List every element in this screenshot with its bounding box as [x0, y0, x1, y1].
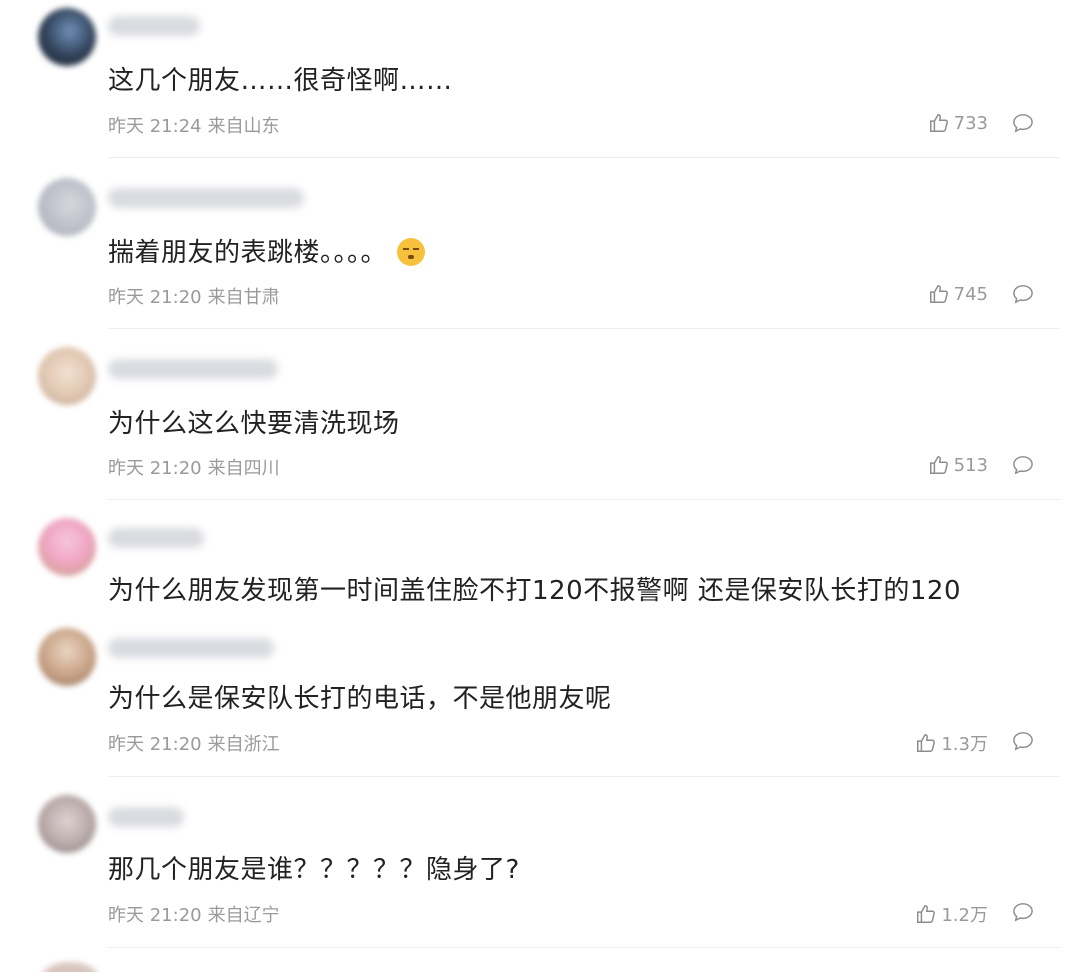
comment-meta: 昨天 21:20 来自四川: [108, 454, 286, 480]
avatar[interactable]: [38, 178, 96, 236]
like-button[interactable]: 733: [928, 112, 988, 134]
unamused-face-emoji: [397, 238, 426, 266]
like-count: 1.3万: [941, 734, 988, 755]
comment-item: 那几个朋友是谁？？？？？隐身了? 昨天 21:20 来自辽宁 1.2万: [0, 777, 1080, 948]
comment-text: 为什么朋友发现第一时间盖住脸不打120不报警啊 还是保安队长打的120: [108, 576, 962, 606]
thumbs-up-icon: [929, 285, 948, 303]
comment-item: 这几个朋友……很奇怪啊…… 昨天 21:24 来自山东 733: [0, 0, 1080, 158]
comment-location: 来自四川: [207, 458, 280, 479]
comment-bubble-icon[interactable]: [1012, 113, 1034, 133]
username[interactable]: [108, 638, 274, 658]
comment-text: 这几个朋友……很奇怪啊……: [108, 66, 453, 96]
avatar[interactable]: [42, 962, 98, 972]
thumbs-up-icon: [917, 734, 936, 752]
avatar[interactable]: [38, 347, 96, 405]
comment-location: 来自辽宁: [207, 905, 280, 926]
like-button[interactable]: 1.3万: [915, 730, 988, 756]
thumbs-up-icon: [917, 905, 936, 923]
comment-time: 昨天 21:24: [108, 116, 202, 137]
comment-time: 昨天 21:20: [108, 734, 202, 755]
like-button[interactable]: 1.2万: [915, 901, 988, 927]
comment-item: 为什么朋友发现第一时间盖住脸不打120不报警啊 还是保安队长打的120: [0, 500, 1080, 618]
comment-bubble-icon[interactable]: [1012, 902, 1034, 922]
like-count: 733: [953, 112, 988, 134]
like-button[interactable]: 745: [928, 283, 988, 305]
username[interactable]: [108, 359, 278, 379]
comment-item: 为什么是保安队长打的电话，不是他朋友呢 昨天 21:20 来自浙江 1.3万: [0, 620, 1080, 777]
thumbs-up-icon: [929, 456, 948, 474]
comment-text: 为什么这么快要清洗现场: [108, 409, 400, 439]
comment-text: 那几个朋友是谁？？？？？隐身了?: [108, 855, 520, 885]
comment-meta: 昨天 21:20 来自浙江: [108, 730, 286, 756]
comment-meta: 昨天 21:20 来自辽宁: [108, 901, 286, 927]
avatar[interactable]: [38, 8, 96, 66]
like-count: 745: [953, 283, 988, 305]
comment-bubble-icon[interactable]: [1012, 455, 1034, 475]
comment-item: 揣着朋友的表跳楼。。。。 昨天 21:20 来自甘肃 745: [0, 158, 1080, 329]
comment-item: 为什么这么快要清洗现场 昨天 21:20 来自四川 513: [0, 329, 1080, 500]
comment-list: 这几个朋友……很奇怪啊…… 昨天 21:24 来自山东 733 揣着朋友的表跳楼。…: [0, 0, 1080, 972]
comment-meta: 昨天 21:24 来自山东: [108, 112, 286, 138]
thumbs-up-icon: [929, 114, 948, 132]
comment-location: 来自浙江: [207, 734, 280, 755]
comment-text-content: 揣着朋友的表跳楼。。。。: [108, 238, 388, 268]
like-button[interactable]: 513: [928, 454, 988, 476]
comment-location: 来自甘肃: [207, 287, 280, 308]
avatar[interactable]: [38, 518, 96, 576]
comment-bubble-icon[interactable]: [1012, 284, 1034, 304]
avatar[interactable]: [38, 795, 96, 853]
comment-location: 来自山东: [207, 116, 280, 137]
avatar[interactable]: [38, 628, 96, 686]
comment-meta: 昨天 21:20 来自甘肃: [108, 283, 286, 309]
comment-time: 昨天 21:20: [108, 458, 202, 479]
like-count: 513: [953, 454, 988, 476]
username[interactable]: [108, 16, 200, 36]
like-count: 1.2万: [941, 905, 988, 926]
comment-time: 昨天 21:20: [108, 287, 202, 308]
username[interactable]: [108, 807, 184, 827]
username[interactable]: [108, 188, 304, 208]
divider: [108, 947, 1060, 948]
comment-text: 揣着朋友的表跳楼。。。。: [108, 232, 426, 269]
comment-bubble-icon[interactable]: [1012, 731, 1034, 751]
comment-time: 昨天 21:20: [108, 905, 202, 926]
username[interactable]: [108, 528, 204, 548]
comment-text: 为什么是保安队长打的电话，不是他朋友呢: [108, 684, 612, 714]
